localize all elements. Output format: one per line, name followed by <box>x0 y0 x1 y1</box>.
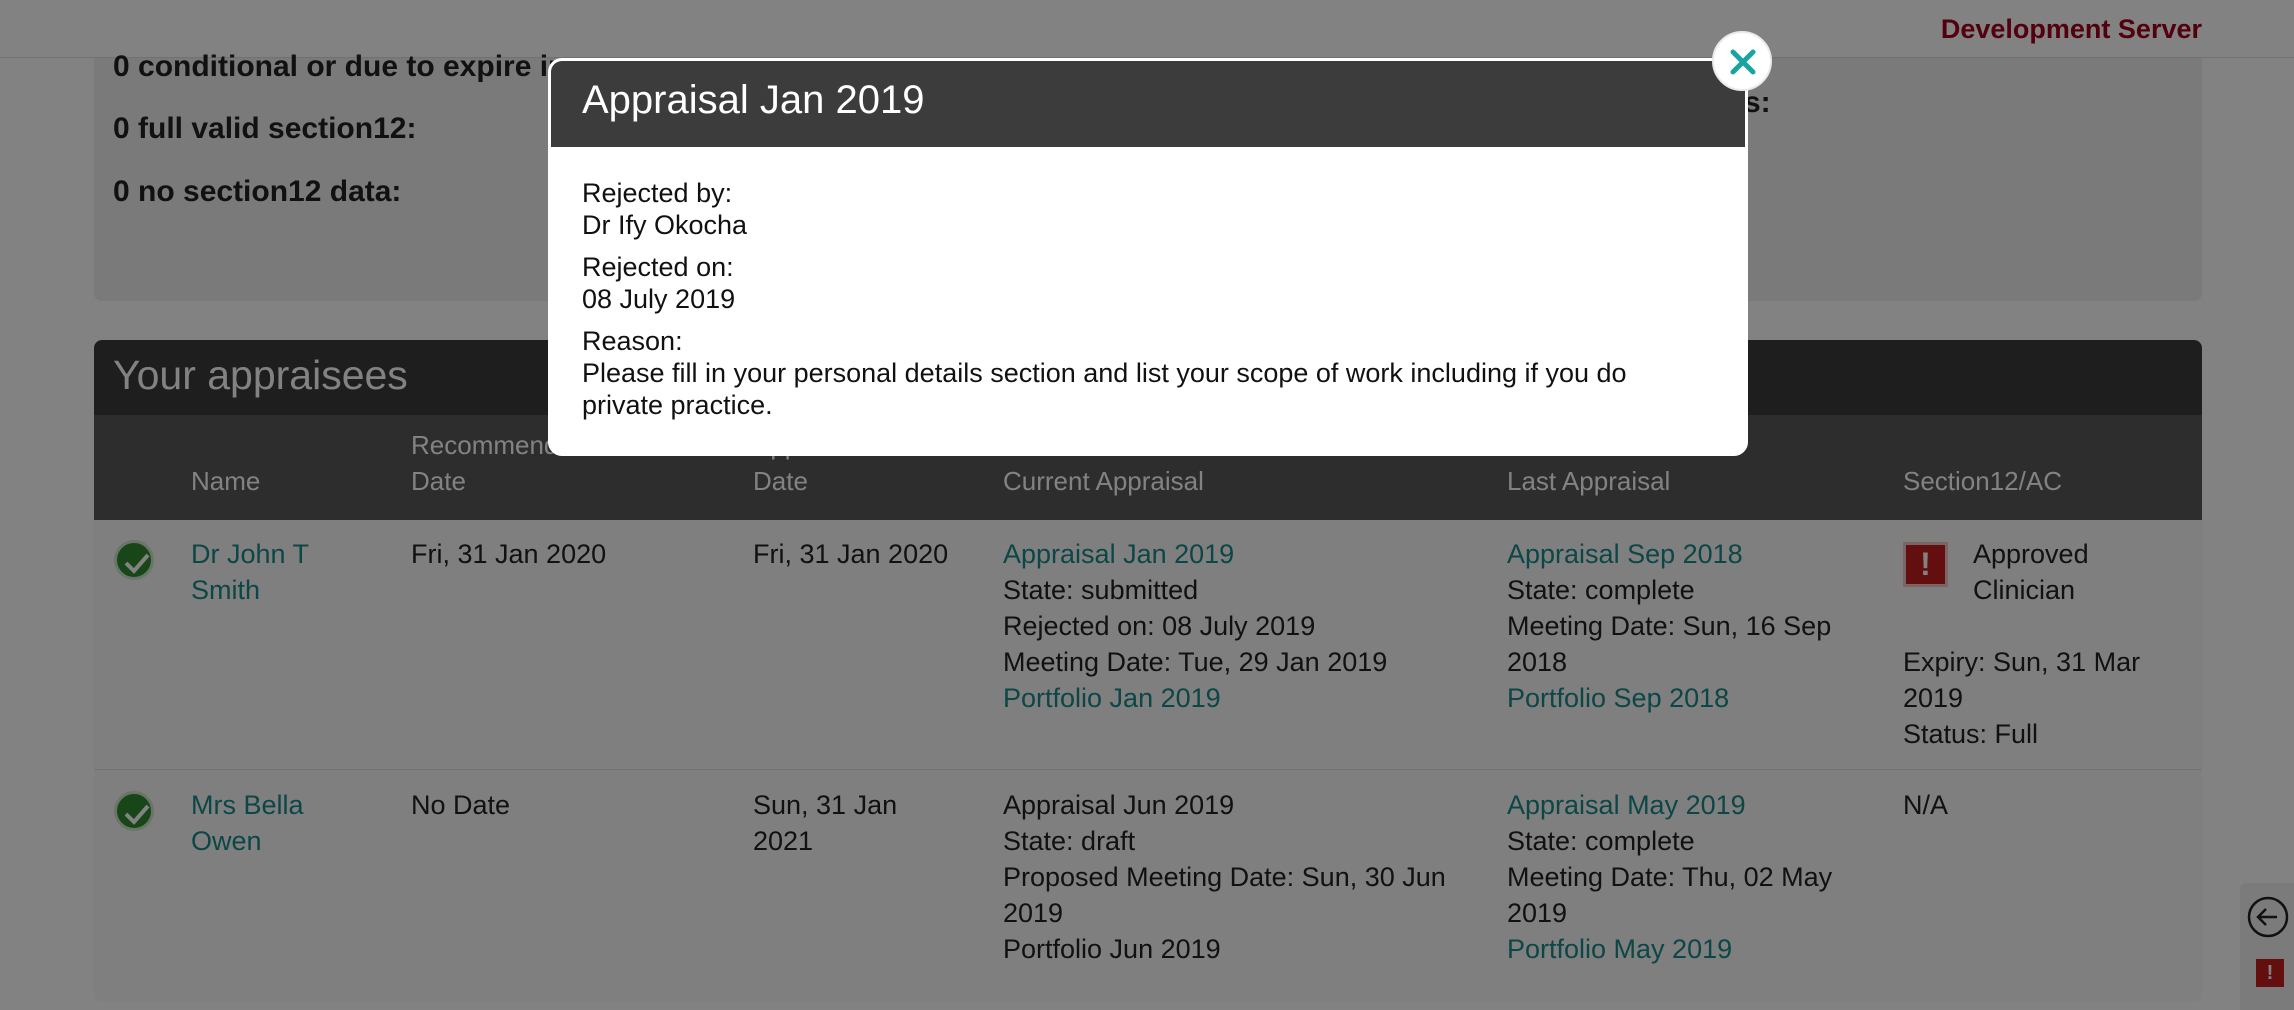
rejected-on-value: 08 July 2019 <box>582 284 736 314</box>
reason-text: Please fill in your personal details sec… <box>582 358 1627 420</box>
reason-label: Reason: <box>582 326 683 356</box>
rejected-by-value: Dr Ify Okocha <box>582 210 748 240</box>
rejection-modal: Appraisal Jan 2019 Rejected by: Dr Ify O… <box>548 58 1748 456</box>
modal-body: Rejected by: Dr Ify Okocha Rejected on: … <box>551 147 1745 451</box>
rejected-on-label: Rejected on: <box>582 252 734 282</box>
rejected-by-label: Rejected by: <box>582 178 733 208</box>
modal-title: Appraisal Jan 2019 <box>551 61 1745 147</box>
modal-close-button[interactable] <box>1712 31 1772 91</box>
